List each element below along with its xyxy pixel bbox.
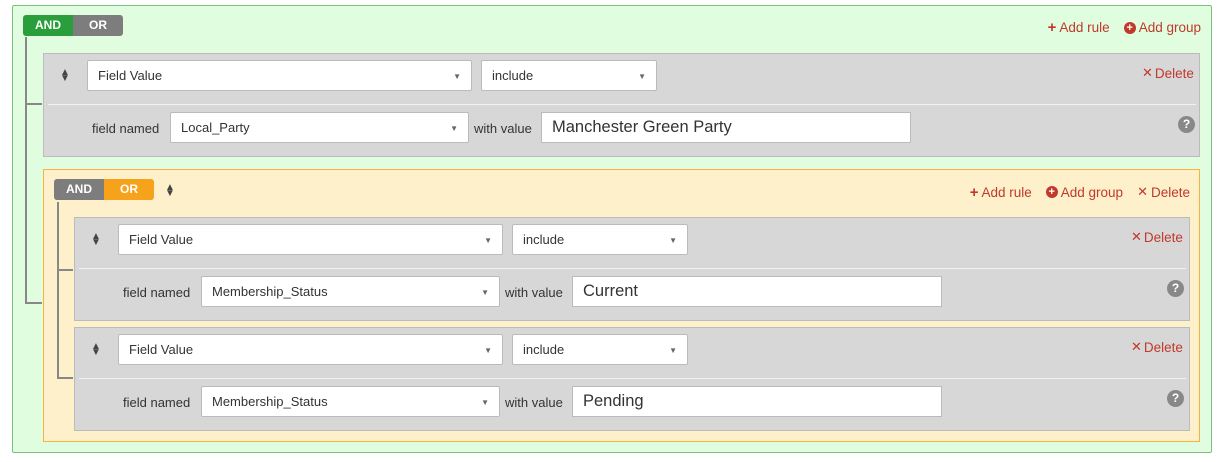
close-icon: ✕ — [1131, 229, 1142, 244]
tree-connector — [25, 105, 42, 304]
tree-connector — [25, 302, 42, 304]
delete-rule-button[interactable]: ✕ Delete — [1142, 65, 1194, 81]
operator-value: include — [523, 232, 565, 247]
with-value-label: with value — [505, 285, 563, 300]
close-icon: ✕ — [1142, 65, 1153, 80]
help-icon[interactable]: ? — [1167, 280, 1184, 297]
add-rule-label: Add rule — [1059, 20, 1110, 35]
drag-handle-icon[interactable]: ▲ ▼ — [60, 68, 70, 84]
plus-icon: + — [969, 183, 979, 201]
chevron-down-icon: ▼ — [669, 236, 677, 245]
rule-card: ▲ ▼ Field Value ▼ include ▼ ✕ Delete fiel… — [74, 327, 1190, 431]
circle-plus-icon: + — [1123, 21, 1136, 34]
value-input[interactable]: Manchester Green Party — [541, 112, 911, 143]
field-named-label: field named — [123, 395, 191, 410]
chevron-down-icon: ▼ — [453, 72, 461, 81]
value-input[interactable]: Current — [572, 276, 942, 307]
plus-icon: + — [1047, 19, 1057, 36]
chevron-down-icon: ▼ — [481, 288, 489, 297]
root-add-rule-button[interactable]: + Add rule — [1048, 20, 1110, 35]
root-add-group-button[interactable]: + Add group — [1123, 20, 1201, 35]
tree-connector — [57, 269, 73, 271]
root-and-button[interactable]: AND — [23, 15, 73, 36]
close-icon: ✕ — [1137, 184, 1148, 199]
field-name-value: Membership_Status — [212, 284, 328, 299]
group-add-rule-button[interactable]: + Add rule — [970, 185, 1032, 200]
operator-select[interactable]: include ▼ — [512, 224, 688, 255]
field-name-select[interactable]: Local_Party ▼ — [170, 112, 469, 143]
rule-type-value: Field Value — [98, 68, 163, 83]
group-actions: + Add rule + Add group ✕ Delete — [970, 184, 1190, 200]
rule-card: ▲ ▼ Field Value ▼ include ▼ ✕ Delete fiel… — [74, 217, 1190, 321]
operator-select[interactable]: include ▼ — [512, 334, 688, 365]
tree-connector — [25, 37, 42, 105]
circle-plus-icon: + — [1045, 186, 1058, 198]
rule-card: ▲ ▼ Field Value ▼ include ▼ ✕ Delete fiel… — [43, 53, 1200, 157]
help-icon[interactable]: ? — [1178, 116, 1195, 133]
help-icon[interactable]: ? — [1167, 390, 1184, 407]
chevron-down-icon: ▼ — [669, 346, 677, 355]
add-group-label: Add group — [1060, 184, 1124, 200]
delete-label: Delete — [1154, 65, 1194, 81]
field-name-value: Membership_Status — [212, 394, 328, 409]
operator-select[interactable]: include ▼ — [481, 60, 657, 91]
field-named-label: field named — [92, 121, 160, 136]
add-rule-label: Add rule — [981, 184, 1032, 200]
field-named-label: field named — [123, 285, 191, 300]
rule-type-select[interactable]: Field Value ▼ — [118, 334, 503, 365]
delete-rule-button[interactable]: ✕ Delete — [1131, 339, 1183, 355]
chevron-down-icon: ▼ — [481, 398, 489, 407]
close-icon: ✕ — [1131, 339, 1142, 354]
tree-connector — [57, 202, 59, 379]
rule-type-select[interactable]: Field Value ▼ — [118, 224, 503, 255]
group-add-group-button[interactable]: + Add group — [1045, 184, 1124, 200]
divider — [79, 378, 1186, 379]
group-and-or-toggle: AND OR — [54, 179, 154, 200]
drag-handle-icon[interactable]: ▲ ▼ — [91, 232, 101, 248]
group-and-button[interactable]: AND — [54, 179, 104, 200]
with-value-label: with value — [474, 121, 532, 136]
drag-handle-icon[interactable]: ▲ ▼ — [165, 183, 175, 199]
chevron-down-icon: ▼ — [484, 236, 492, 245]
rule-type-value: Field Value — [129, 342, 194, 357]
field-name-value: Local_Party — [181, 120, 250, 135]
field-name-select[interactable]: Membership_Status ▼ — [201, 276, 500, 307]
chevron-down-icon: ▼ — [484, 346, 492, 355]
operator-value: include — [523, 342, 565, 357]
rule-type-value: Field Value — [129, 232, 194, 247]
delete-label: Delete — [1150, 184, 1190, 200]
operator-value: include — [492, 68, 534, 83]
delete-label: Delete — [1143, 339, 1183, 355]
field-name-select[interactable]: Membership_Status ▼ — [201, 386, 500, 417]
divider — [79, 268, 1186, 269]
value-input[interactable]: Pending — [572, 386, 942, 417]
delete-rule-button[interactable]: ✕ Delete — [1131, 229, 1183, 245]
chevron-down-icon: ▼ — [638, 72, 646, 81]
drag-handle-icon[interactable]: ▲ ▼ — [91, 342, 101, 358]
chevron-down-icon: ▼ — [450, 124, 458, 133]
add-group-label: Add group — [1138, 20, 1201, 35]
root-actions: + Add rule + Add group — [1048, 20, 1201, 35]
root-or-button[interactable]: OR — [73, 15, 123, 36]
with-value-label: with value — [505, 395, 563, 410]
group-delete-button[interactable]: ✕ Delete — [1137, 184, 1190, 200]
rule-type-select[interactable]: Field Value ▼ — [87, 60, 472, 91]
delete-label: Delete — [1143, 229, 1183, 245]
root-and-or-toggle: AND OR — [23, 15, 123, 36]
tree-connector — [57, 377, 73, 379]
divider — [48, 104, 1196, 105]
group-or-button[interactable]: OR — [104, 179, 154, 200]
